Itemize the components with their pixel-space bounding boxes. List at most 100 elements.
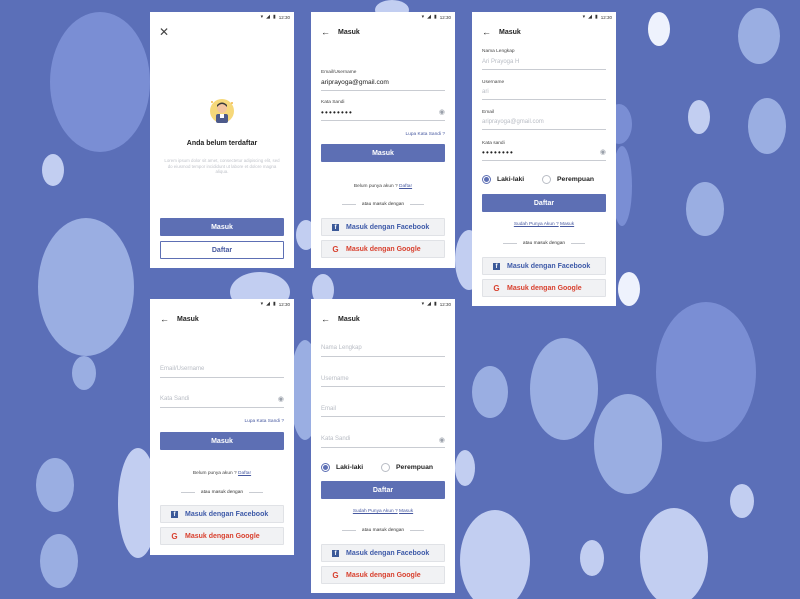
register-link[interactable]: Daftar (399, 184, 412, 189)
female-label: Perempuan (557, 176, 595, 183)
email-field[interactable]: ariprayoga@gmail.com (321, 79, 389, 86)
eye-icon[interactable]: ◉ (278, 395, 284, 403)
have-account-text[interactable]: Sudah Punya Akun ? (514, 222, 559, 227)
back-arrow-icon[interactable]: ← (321, 28, 330, 37)
header-title: Masuk (338, 315, 360, 323)
or-text: atau masuk dengan (361, 202, 405, 207)
or-text: atau masuk dengan (361, 528, 405, 533)
or-divider: atau masuk dengan (311, 202, 455, 207)
email-field[interactable]: Email/Username (160, 366, 204, 372)
password-field[interactable]: Kata Sandi (160, 396, 189, 402)
google-icon: G (332, 244, 339, 254)
header-title: Masuk (499, 28, 521, 36)
bg-bubble (594, 394, 662, 494)
name-field[interactable]: Ari Prayoga H (482, 59, 519, 65)
back-arrow-icon[interactable]: ← (482, 28, 491, 37)
username-field[interactable]: ari (482, 89, 489, 95)
google-label: Masuk dengan Google (346, 571, 421, 579)
eye-icon[interactable]: ◉ (600, 148, 606, 156)
header-title: Masuk (338, 28, 360, 36)
google-login-button[interactable]: G Masuk dengan Google (321, 240, 445, 258)
gender-female-radio[interactable]: Perempuan (542, 175, 594, 184)
or-text: atau masuk dengan (522, 241, 566, 246)
have-account-text[interactable]: Sudah Punya Akun ? (353, 509, 398, 514)
field-underline (160, 407, 284, 408)
status-bar: ▾ ◢ ▮ 12:30 (583, 14, 612, 20)
facebook-login-button[interactable]: f Masuk dengan Facebook (321, 544, 445, 562)
bg-bubble (686, 182, 724, 236)
battery-icon: ▮ (272, 14, 276, 20)
gender-female-radio[interactable]: Perempuan (381, 463, 433, 472)
female-label: Perempuan (396, 464, 434, 471)
wifi-icon: ▾ (582, 14, 586, 20)
gender-male-radio[interactable]: Laki-laki (482, 175, 524, 184)
google-login-button[interactable]: G Masuk dengan Google (321, 566, 445, 584)
google-login-button[interactable]: G Masuk dengan Google (160, 527, 284, 545)
register-link[interactable]: Daftar (238, 471, 251, 476)
status-time: 12:30 (600, 14, 612, 20)
login-link[interactable]: Masuk (399, 509, 413, 514)
bg-bubble (460, 510, 530, 599)
battery-icon: ▮ (272, 301, 276, 307)
signal-icon: ◢ (427, 301, 431, 307)
radio-checked-icon (321, 463, 330, 472)
email-field[interactable]: Email (321, 406, 336, 412)
signal-icon: ◢ (266, 14, 270, 20)
bg-bubble (656, 302, 756, 442)
login-link[interactable]: Masuk (560, 222, 574, 227)
status-bar: ▾ ◢ ▮ 12:30 (261, 301, 290, 307)
login-button[interactable]: Masuk (160, 432, 284, 450)
radio-unchecked-icon (381, 463, 390, 472)
field-underline (482, 69, 606, 70)
bg-bubble (738, 8, 780, 64)
google-icon: G (171, 531, 178, 541)
battery-icon: ▮ (433, 301, 437, 307)
forgot-password-link[interactable]: Lupa Kata Sandi ? (245, 419, 284, 424)
email-field[interactable]: ariprayoga@gmail.com (482, 119, 544, 125)
field-underline (482, 160, 606, 161)
register-button[interactable]: Daftar (321, 481, 445, 499)
bg-bubble (38, 218, 134, 356)
wifi-icon: ▾ (421, 301, 425, 307)
bg-bubble (730, 484, 754, 518)
name-field[interactable]: Nama Lengkap (321, 345, 362, 351)
password-field[interactable]: Kata Sandi (321, 436, 350, 442)
close-icon[interactable]: ✕ (159, 26, 169, 38)
eye-icon[interactable]: ◉ (439, 108, 445, 116)
field-underline (321, 120, 445, 121)
google-login-button[interactable]: G Masuk dengan Google (482, 279, 606, 297)
back-arrow-icon[interactable]: ← (321, 315, 330, 324)
or-divider: atau masuk dengan (150, 490, 294, 495)
google-icon: G (493, 283, 500, 293)
forgot-password-link[interactable]: Lupa Kata Sandi ? (406, 132, 445, 137)
facebook-login-button[interactable]: f Masuk dengan Facebook (482, 257, 606, 275)
facebook-label: Masuk dengan Facebook (346, 223, 430, 231)
register-button[interactable]: Daftar (482, 194, 606, 212)
facebook-login-button[interactable]: f Masuk dengan Facebook (160, 505, 284, 523)
or-divider: atau masuk dengan (472, 241, 616, 246)
google-label: Masuk dengan Google (507, 284, 582, 292)
login-button[interactable]: Masuk (160, 218, 284, 236)
register-button[interactable]: Daftar (160, 241, 284, 259)
app-header: ← Masuk (160, 315, 199, 324)
username-field[interactable]: Username (321, 376, 349, 382)
gender-male-radio[interactable]: Laki-laki (321, 463, 363, 472)
field-underline (321, 356, 445, 357)
eye-icon[interactable]: ◉ (439, 436, 445, 444)
bg-bubble (36, 458, 74, 512)
signal-icon: ◢ (266, 301, 270, 307)
status-time: 12:30 (439, 301, 451, 307)
login-button[interactable]: Masuk (321, 144, 445, 162)
field-underline (160, 377, 284, 378)
status-time: 12:30 (278, 14, 290, 20)
bg-bubble (580, 540, 604, 576)
page-title: Anda belum terdaftar (186, 140, 258, 147)
field-underline (321, 447, 445, 448)
facebook-login-button[interactable]: f Masuk dengan Facebook (321, 218, 445, 236)
back-arrow-icon[interactable]: ← (160, 315, 169, 324)
bg-bubble (42, 154, 64, 186)
google-label: Masuk dengan Google (185, 532, 260, 540)
password-field[interactable]: •••••••• (321, 108, 353, 117)
facebook-label: Masuk dengan Facebook (507, 262, 591, 270)
password-field[interactable]: •••••••• (482, 148, 514, 157)
